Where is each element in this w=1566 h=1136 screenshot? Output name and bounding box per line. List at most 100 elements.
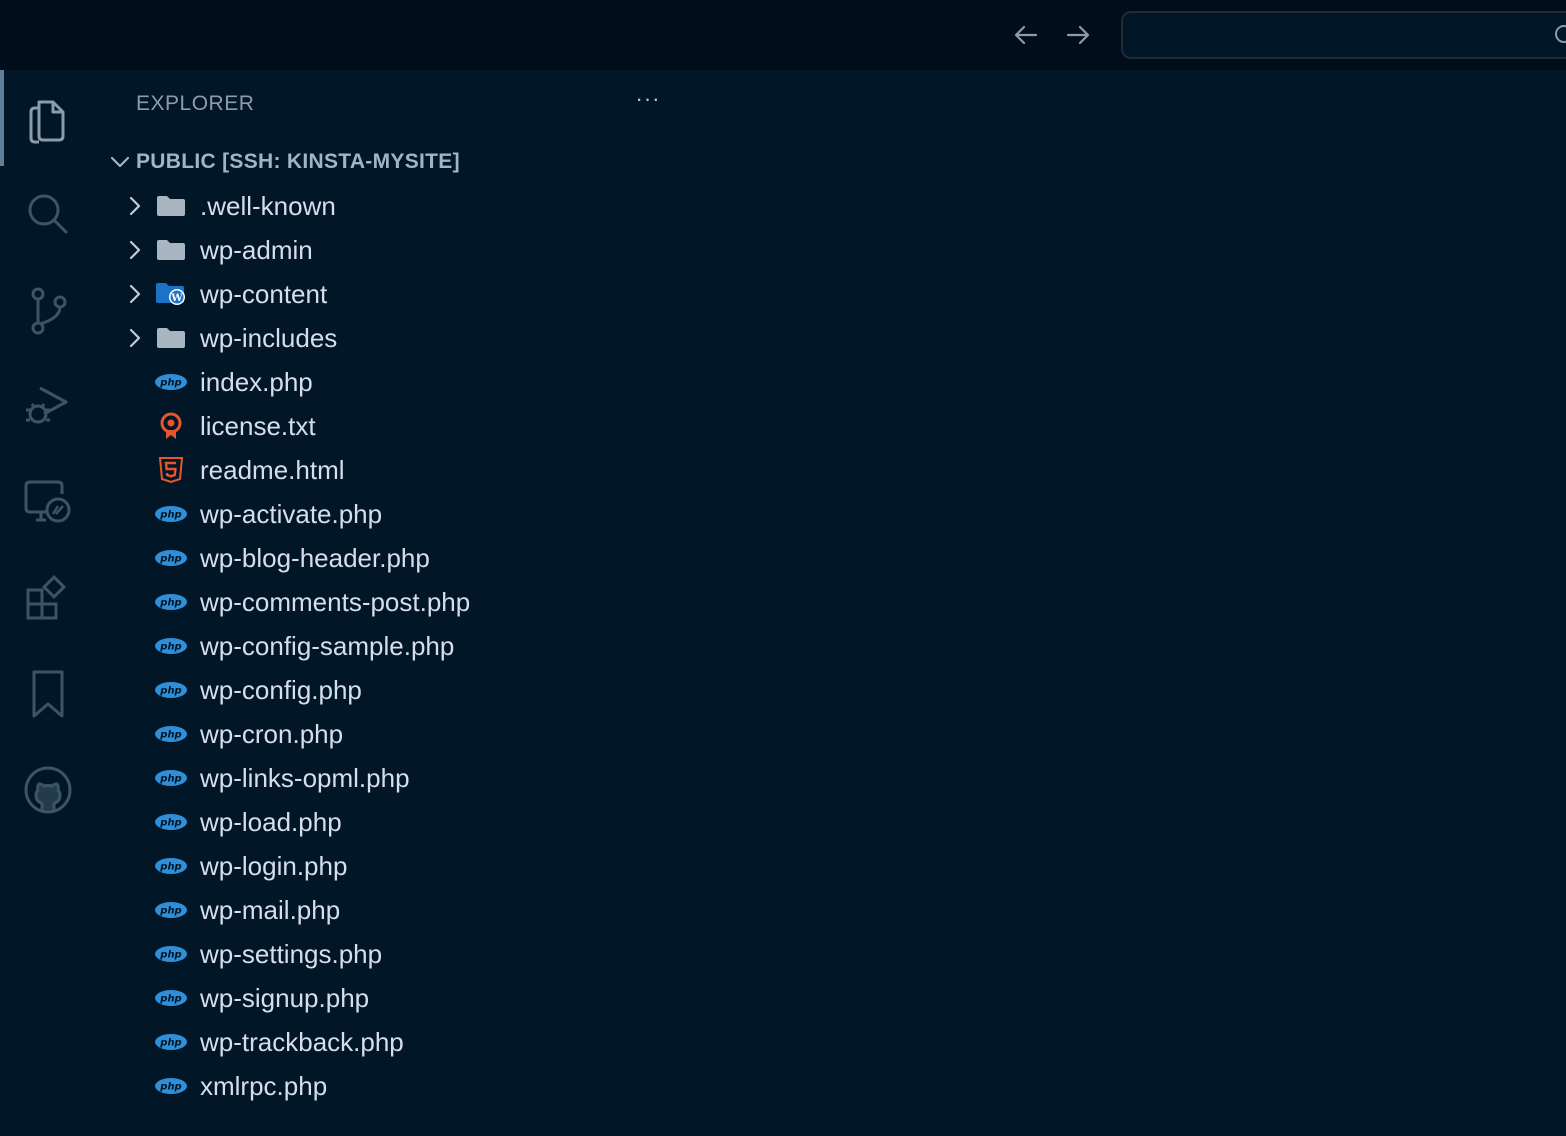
- file-label: wp-load.php: [200, 807, 342, 837]
- tree-file-row[interactable]: php wp-signup.php: [96, 976, 676, 1020]
- file-label: readme.html: [200, 455, 345, 485]
- php-icon: php: [154, 765, 188, 791]
- file-label: wp-config-sample.php: [200, 631, 455, 661]
- extensions-icon: [26, 574, 67, 620]
- file-tree: .well-known wp-admin Wwp-content wp-include…: [96, 184, 676, 1108]
- chevron-right-icon[interactable]: [124, 238, 146, 262]
- file-label: wp-config.php: [200, 675, 362, 705]
- activity-github[interactable]: [0, 742, 96, 838]
- php-icon: php: [154, 985, 188, 1011]
- forward-button[interactable]: [1062, 19, 1094, 51]
- html5-icon: [154, 457, 188, 484]
- php-icon: php: [154, 809, 188, 835]
- svg-text:php: php: [159, 730, 181, 741]
- tree-file-row[interactable]: php wp-activate.php: [96, 492, 676, 536]
- file-label: wp-links-opml.php: [200, 763, 410, 793]
- files-icon: [29, 100, 65, 144]
- activity-search[interactable]: [0, 166, 96, 262]
- back-button[interactable]: [1010, 19, 1042, 51]
- file-label: wp-cron.php: [200, 719, 344, 749]
- svg-text:php: php: [159, 774, 181, 785]
- workspace-root[interactable]: PUBLIC [SSH: KINSTA-MYSITE]: [104, 140, 664, 184]
- tree-file-row[interactable]: php wp-mail.php: [96, 888, 676, 932]
- svg-text:php: php: [159, 1038, 181, 1049]
- activity-run-debug[interactable]: [0, 358, 96, 454]
- activity-extensions[interactable]: [0, 550, 96, 646]
- tree-file-row[interactable]: php index.php: [96, 360, 676, 404]
- search-icon: [1555, 25, 1566, 43]
- run-debug-icon: [26, 386, 68, 424]
- svg-text:php: php: [159, 862, 181, 873]
- tree-folder-row[interactable]: .well-known: [96, 184, 676, 228]
- php-icon: php: [154, 1029, 188, 1055]
- tree-file-row[interactable]: php wp-settings.php: [96, 932, 676, 976]
- php-icon: php: [154, 633, 188, 659]
- title-bar: [0, 0, 1566, 70]
- svg-text:php: php: [159, 598, 181, 609]
- svg-text:php: php: [159, 1082, 181, 1093]
- svg-text:W: W: [170, 293, 183, 304]
- tree-folder-row[interactable]: wp-admin: [96, 228, 676, 272]
- php-icon: php: [154, 941, 188, 967]
- tree-folder-row[interactable]: wp-includes: [96, 316, 676, 360]
- tree-file-row[interactable]: php wp-links-opml.php: [96, 756, 676, 800]
- file-label: wp-settings.php: [200, 939, 383, 969]
- php-icon: php: [154, 853, 188, 879]
- svg-text:php: php: [159, 818, 181, 829]
- php-icon: php: [154, 677, 188, 703]
- active-indicator: [0, 70, 4, 166]
- bookmark-icon: [32, 670, 64, 718]
- more-actions-button[interactable]: ···: [632, 86, 664, 118]
- tree-file-row[interactable]: php wp-load.php: [96, 800, 676, 844]
- file-label: wp-login.php: [200, 851, 348, 881]
- folder-label: wp-includes: [200, 323, 338, 353]
- svg-text:php: php: [159, 510, 181, 521]
- php-icon: php: [154, 369, 188, 395]
- activity-bar: [0, 70, 96, 1136]
- tree-file-row[interactable]: php wp-blog-header.php: [96, 536, 676, 580]
- tree-file-row[interactable]: php wp-cron.php: [96, 712, 676, 756]
- file-label: license.txt: [200, 411, 316, 441]
- php-icon: php: [154, 897, 188, 923]
- file-label: xmlrpc.php: [200, 1071, 328, 1101]
- folder-icon: [154, 237, 188, 263]
- php-icon: php: [154, 721, 188, 747]
- tree-file-row[interactable]: readme.html: [96, 448, 676, 492]
- workspace-root-label: PUBLIC [SSH: KINSTA-MYSITE]: [136, 150, 460, 173]
- wordpress-folder-icon: W: [154, 281, 188, 307]
- chevron-right-icon[interactable]: [124, 194, 146, 218]
- tree-file-row[interactable]: php wp-trackback.php: [96, 1020, 676, 1064]
- folder-label: wp-admin: [200, 235, 313, 265]
- tree-file-row[interactable]: php xmlrpc.php: [96, 1064, 676, 1108]
- arrow-right-icon: [1066, 25, 1090, 45]
- file-label: wp-blog-header.php: [200, 543, 430, 573]
- php-icon: php: [154, 589, 188, 615]
- file-label: wp-comments-post.php: [200, 587, 471, 617]
- chevron-right-icon[interactable]: [124, 326, 146, 350]
- tree-file-row[interactable]: php wp-comments-post.php: [96, 580, 676, 624]
- file-label: wp-activate.php: [200, 499, 383, 529]
- folder-icon: [154, 325, 188, 351]
- svg-text:php: php: [159, 686, 181, 697]
- php-icon: php: [154, 545, 188, 571]
- activity-source-control[interactable]: [0, 262, 96, 358]
- tree-file-row[interactable]: license.txt: [96, 404, 676, 448]
- explorer-sidebar: EXPLORER ··· PUBLIC [SSH: KINSTA-MYSITE]…: [96, 70, 676, 1136]
- chevron-right-icon[interactable]: [124, 282, 146, 306]
- folder-icon: [154, 193, 188, 219]
- source-control-icon: [31, 287, 67, 335]
- command-center-search[interactable]: [1121, 11, 1566, 59]
- remote-explorer-icon: [24, 480, 71, 523]
- tree-file-row[interactable]: php wp-config-sample.php: [96, 624, 676, 668]
- folder-label: wp-content: [200, 279, 328, 309]
- search-icon: [28, 194, 68, 234]
- activity-bookmarks[interactable]: [0, 646, 96, 742]
- svg-text:php: php: [159, 642, 181, 653]
- php-icon: php: [154, 1073, 188, 1099]
- tree-file-row[interactable]: php wp-login.php: [96, 844, 676, 888]
- tree-folder-row[interactable]: Wwp-content: [96, 272, 676, 316]
- tree-file-row[interactable]: php wp-config.php: [96, 668, 676, 712]
- activity-explorer[interactable]: [0, 70, 96, 166]
- file-label: wp-mail.php: [200, 895, 341, 925]
- activity-remote-explorer[interactable]: [0, 454, 96, 550]
